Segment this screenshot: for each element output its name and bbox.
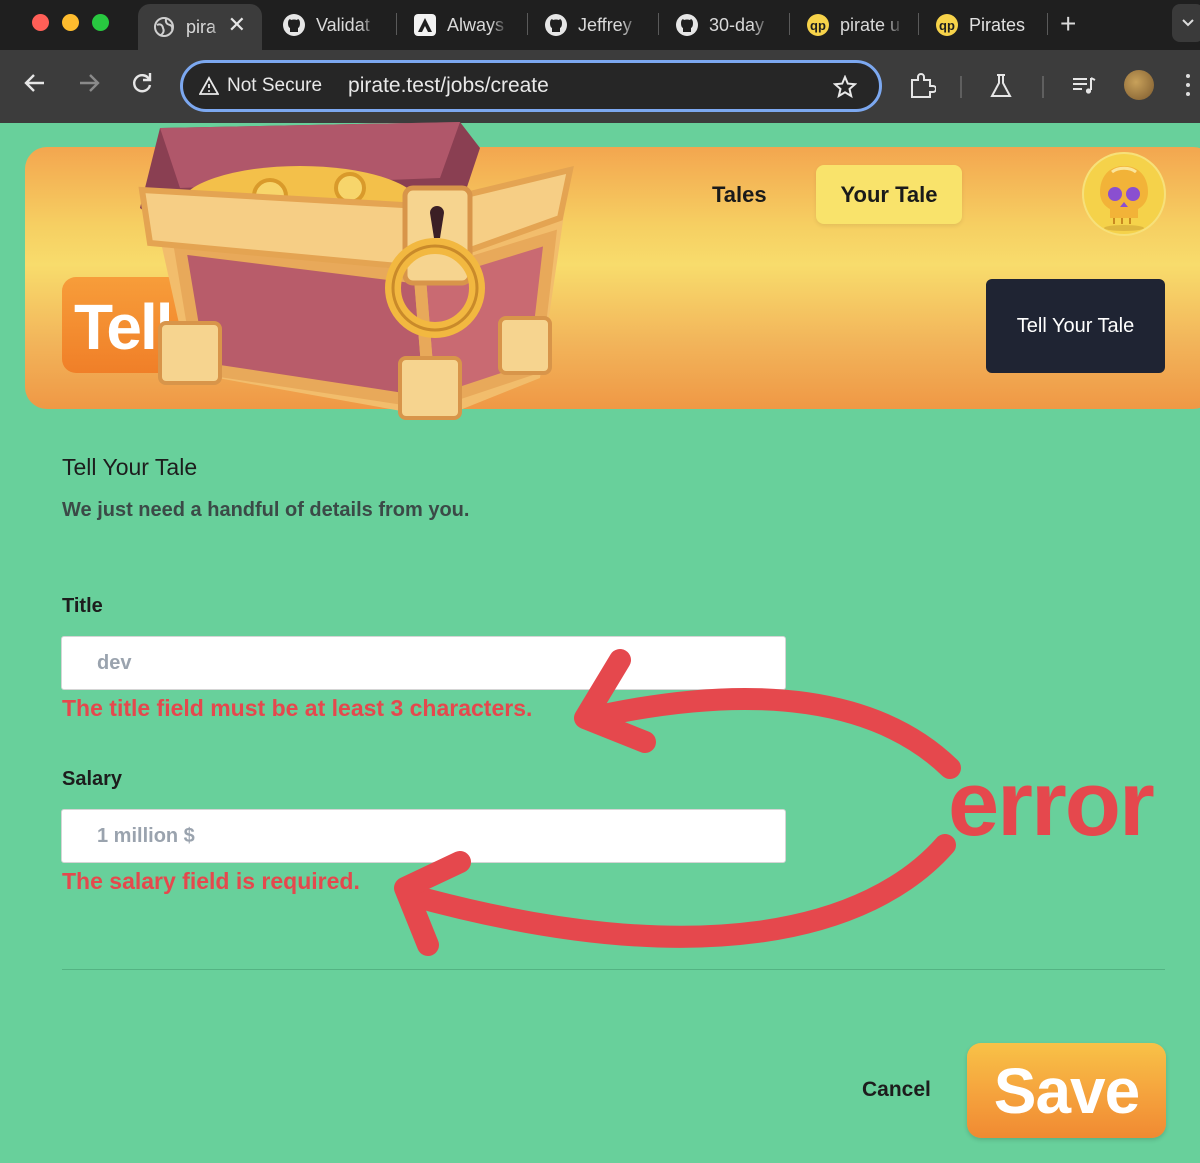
address-bar[interactable]: Not Secure pirate.test/jobs/create [180, 60, 882, 112]
treasure-chest-illustration [138, 122, 574, 420]
pirate-logo-icon: qp [935, 13, 959, 37]
tab-label: Validat [316, 14, 370, 35]
bookmark-star-icon[interactable] [833, 75, 857, 99]
github-icon [675, 13, 699, 37]
profile-avatar[interactable] [1124, 70, 1154, 100]
tell-your-tale-button[interactable]: Tell Your Tale [986, 279, 1165, 373]
arrow-right-icon [80, 74, 100, 92]
github-icon [544, 13, 568, 37]
browser-menu-button[interactable] [1186, 74, 1190, 101]
browser-tab-active[interactable]: pira ✕ [138, 4, 262, 50]
salary-label: Salary [62, 768, 123, 790]
browser-tab[interactable]: Validat [282, 6, 382, 44]
browser-tab[interactable]: qp Pirates [935, 6, 1045, 44]
reload-button[interactable] [129, 70, 159, 100]
extensions-puzzle-icon[interactable] [908, 72, 936, 100]
browser-toolbar: Not Secure pirate.test/jobs/create [0, 50, 1200, 123]
browser-tab[interactable]: qp pirate u [806, 6, 906, 44]
form-divider [62, 969, 1165, 970]
github-icon [282, 13, 306, 37]
cancel-button[interactable]: Cancel [862, 1078, 931, 1102]
error-annotation-label: error [948, 753, 1155, 855]
new-tab-button[interactable]: + [1060, 8, 1076, 40]
tab-label: pirate u [840, 14, 901, 35]
close-icon[interactable]: ✕ [228, 12, 246, 38]
browser-tab-bar: pira ✕ Validat Always Jeffrey 30-day qp … [0, 0, 1200, 50]
salary-input[interactable]: 1 million $ [61, 809, 786, 863]
chevron-down-icon [1182, 19, 1194, 27]
tab-label: Pirates [969, 14, 1026, 35]
nav-link-tales[interactable]: Tales [712, 182, 767, 208]
globe-icon [152, 15, 176, 39]
tab-label: 30-day [709, 14, 765, 35]
form-subheading: We just need a handful of details from y… [62, 499, 470, 521]
adonis-icon [413, 13, 437, 37]
pirate-logo-icon: qp [806, 13, 830, 37]
svg-text:qp: qp [939, 18, 955, 33]
title-error-message: The title field must be at least 3 chara… [62, 695, 533, 721]
nav-link-your-tale[interactable]: Your Tale [816, 165, 962, 224]
arrow-left-icon [24, 74, 44, 92]
url-text[interactable]: pirate.test/jobs/create [348, 74, 549, 98]
title-label: Title [62, 595, 103, 617]
browser-tab[interactable]: Jeffrey [544, 6, 644, 44]
title-input[interactable]: dev [61, 636, 786, 690]
close-window-button[interactable] [32, 14, 49, 31]
tab-label: Always [447, 14, 505, 35]
save-button[interactable]: Save [967, 1043, 1166, 1138]
media-queue-icon[interactable] [1070, 72, 1098, 100]
warning-icon [199, 76, 219, 95]
tab-label: pira [186, 16, 217, 37]
salary-input-value: 1 million $ [97, 824, 195, 847]
back-button[interactable] [22, 70, 52, 100]
browser-tab[interactable]: Always [413, 6, 513, 44]
user-avatar[interactable] [1082, 152, 1166, 236]
salary-error-message: The salary field is required. [62, 868, 360, 894]
title-input-value: dev [97, 651, 132, 674]
skull-icon [1100, 166, 1148, 231]
flask-icon[interactable] [987, 72, 1015, 100]
minimize-window-button[interactable] [62, 14, 79, 31]
reload-icon [133, 73, 152, 93]
security-label[interactable]: Not Secure [227, 75, 322, 97]
forward-button[interactable] [76, 70, 106, 100]
tab-search-button[interactable] [1172, 4, 1200, 42]
browser-tab[interactable]: 30-day [675, 6, 775, 44]
tab-label: Jeffrey [578, 14, 632, 35]
maximize-window-button[interactable] [92, 14, 109, 31]
svg-text:qp: qp [810, 18, 826, 33]
form-heading: Tell Your Tale [62, 454, 198, 480]
